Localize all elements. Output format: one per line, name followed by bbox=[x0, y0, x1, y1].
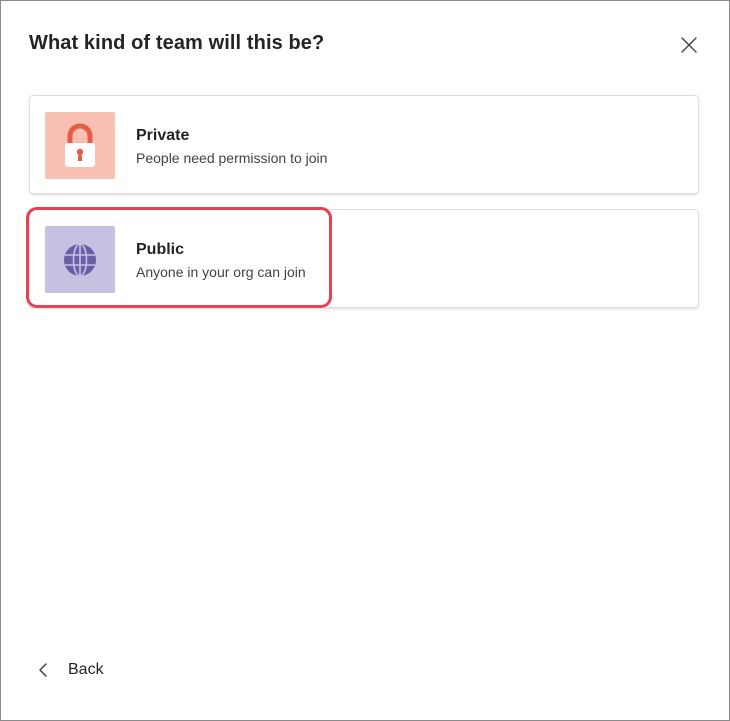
close-icon bbox=[681, 37, 697, 53]
dialog-title: What kind of team will this be? bbox=[29, 32, 325, 54]
team-type-option-public[interactable]: Public Anyone in your org can join bbox=[29, 209, 699, 308]
team-type-option-private[interactable]: Private People need permission to join bbox=[29, 95, 699, 194]
option-description: People need permission to join bbox=[136, 150, 328, 166]
back-button[interactable]: Back bbox=[37, 658, 104, 682]
back-label: Back bbox=[68, 661, 104, 678]
create-team-dialog: What kind of team will this be? Private … bbox=[0, 0, 730, 721]
public-icon-tile bbox=[45, 226, 115, 293]
chevron-left-icon bbox=[39, 663, 47, 677]
close-button[interactable] bbox=[673, 29, 705, 61]
option-title: Public bbox=[136, 241, 185, 258]
globe-icon bbox=[64, 242, 96, 277]
option-description: Anyone in your org can join bbox=[136, 264, 306, 280]
lock-icon bbox=[65, 123, 95, 167]
private-icon-tile bbox=[45, 112, 115, 179]
option-title: Private bbox=[136, 127, 190, 144]
